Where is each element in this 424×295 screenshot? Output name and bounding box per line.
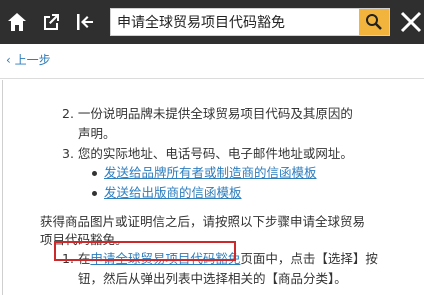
highlight-box: [54, 241, 236, 261]
search-input[interactable]: [111, 9, 359, 35]
back-link[interactable]: ‹ 上一步: [6, 51, 51, 68]
top-toolbar: [0, 0, 424, 44]
list-item-3: 3. 您的实际地址、电话号码、电子邮件地址或网址。: [62, 146, 353, 161]
close-icon[interactable]: [398, 9, 424, 35]
paragraph-line1: 获得商品图片或证明信之后，请按照以下步骤申请全球贸易: [40, 214, 366, 229]
step-1-rest: 页面中，点击【选择】按: [240, 251, 378, 266]
collapse-panel-icon[interactable]: [72, 9, 98, 35]
link-template-brand-owner[interactable]: 发送给品牌所有者或制造商的信函模板: [104, 163, 317, 183]
home-icon[interactable]: [4, 9, 30, 35]
list-item-2-line1: 2. 一份说明品牌未提供全球贸易项目代码及其原因的: [62, 106, 353, 121]
content-border: [2, 80, 3, 295]
bullet-icon: [92, 191, 97, 196]
divider: [0, 78, 424, 79]
link-template-seller[interactable]: 发送给出版商的信函模板: [104, 183, 242, 203]
bullet-icon: [92, 171, 97, 176]
step-1-line2: 钮，然后从弹出列表中选择相关的【商品分类】。: [78, 271, 347, 286]
list-item-2-line2: 声明。: [78, 126, 116, 141]
back-label: 上一步: [14, 53, 51, 67]
search-button[interactable]: [359, 9, 389, 35]
help-content: ‹ 上一步 2. 一份说明品牌未提供全球贸易项目代码及其原因的 声明。 3. 您…: [0, 44, 424, 295]
open-external-icon[interactable]: [38, 9, 64, 35]
chevron-left-icon: ‹: [6, 53, 11, 67]
search-box: [110, 8, 390, 36]
search-icon: [366, 14, 382, 30]
